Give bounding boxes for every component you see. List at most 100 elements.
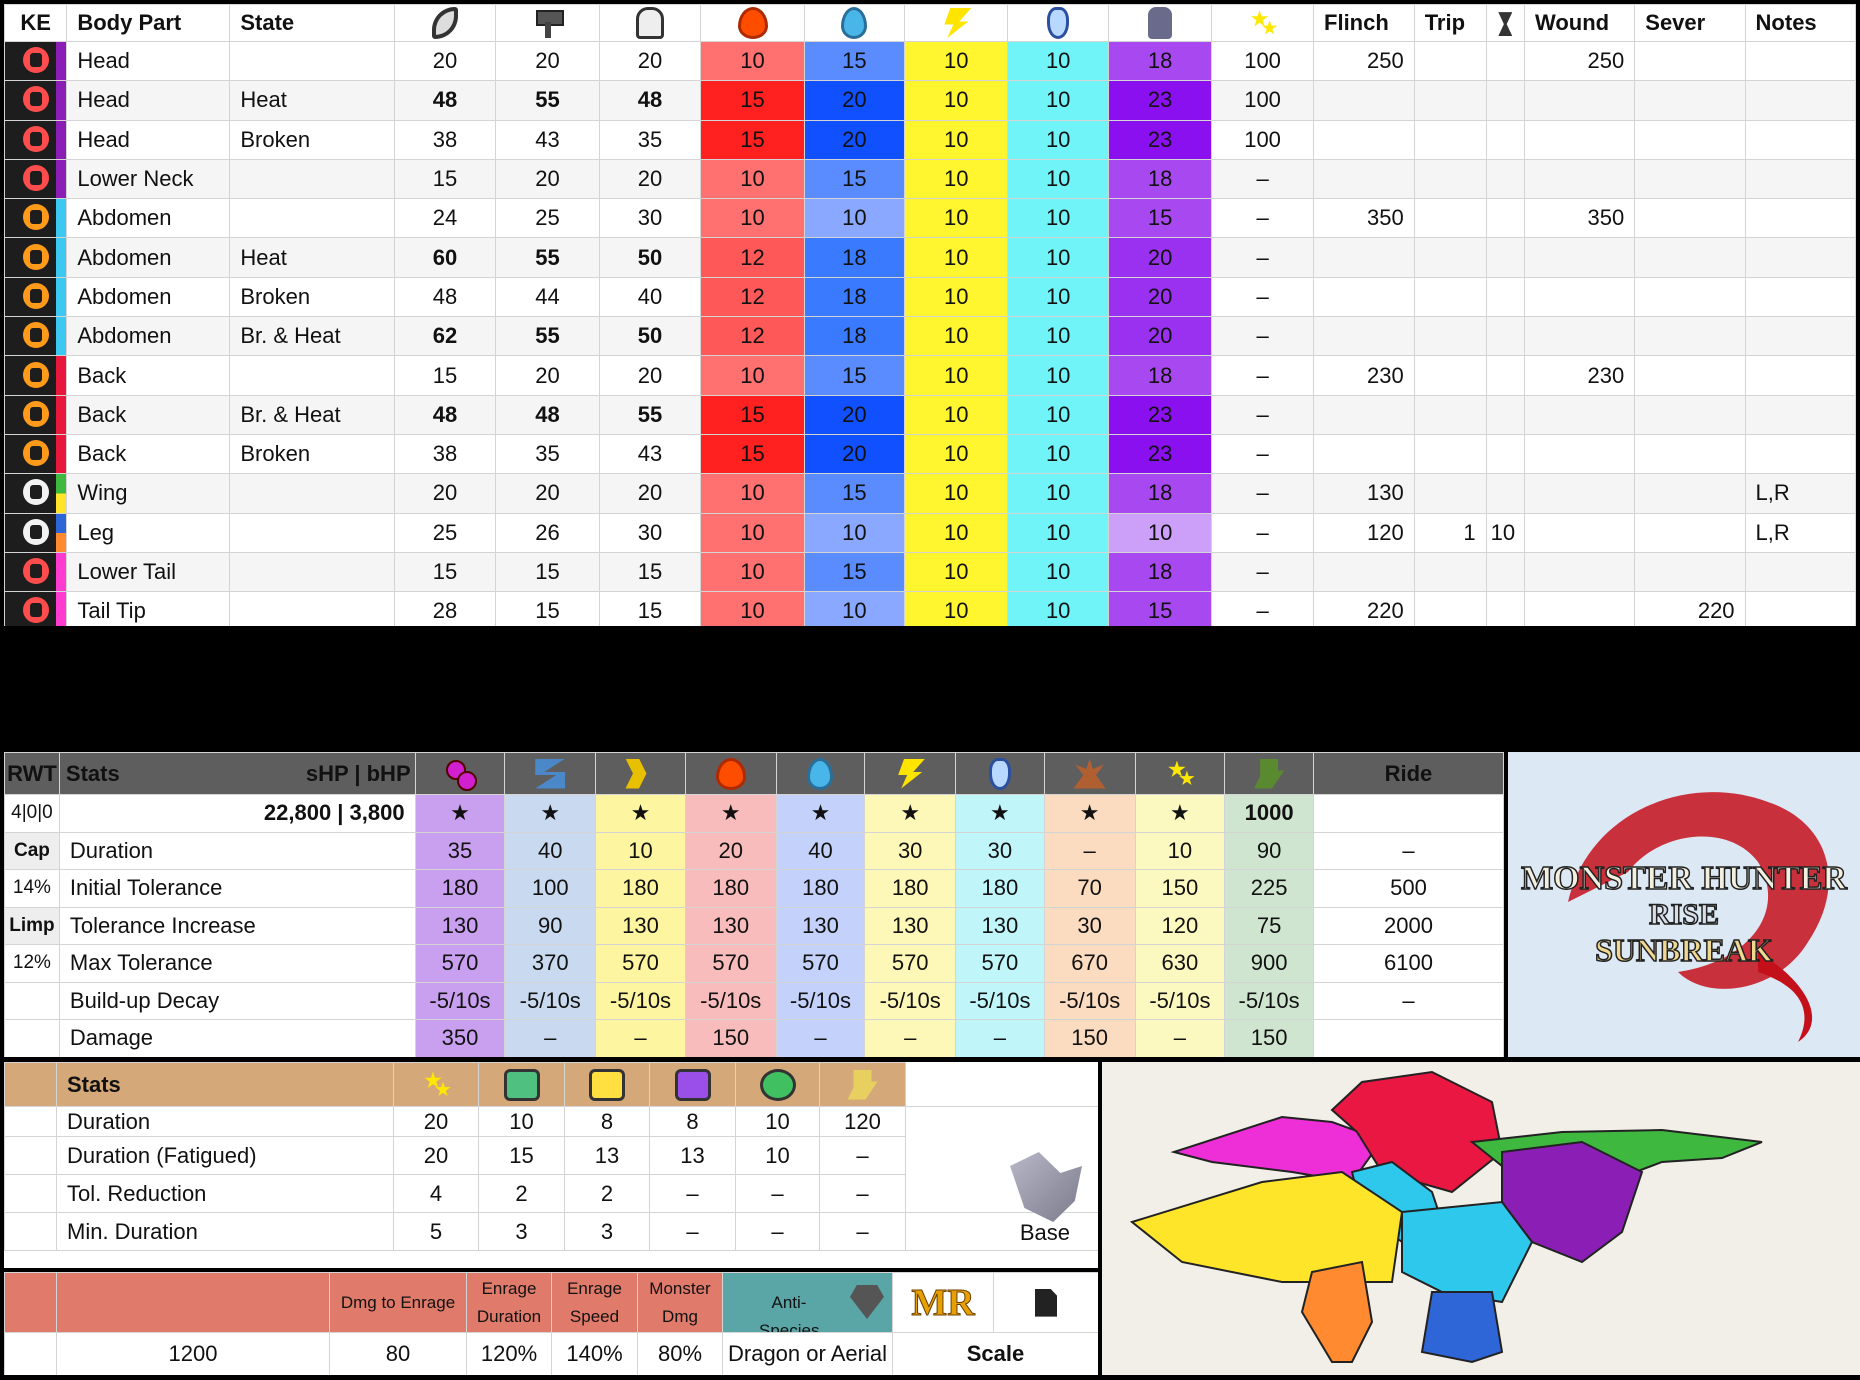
wound-value: 230 — [1523, 355, 1636, 396]
status-value: – — [1134, 1019, 1226, 1057]
notes-value — [1744, 198, 1856, 239]
body-part-cell: Head — [66, 119, 231, 160]
body-part-cell: Abdomen — [66, 316, 231, 357]
scale-label: Scale — [892, 1332, 1098, 1375]
state-cell — [229, 355, 395, 396]
thunder-value: 10 — [904, 80, 1009, 121]
status-value: -5/10s — [504, 981, 597, 1020]
notes-value — [1744, 158, 1856, 200]
part-color-bar — [56, 121, 66, 159]
flinch-value — [1313, 551, 1415, 593]
trap-label: Min. Duration — [56, 1212, 394, 1251]
status-label: Build-up Decay — [58, 981, 416, 1020]
ice-value: 10 — [1007, 276, 1110, 318]
stun-value: 100 — [1211, 119, 1315, 160]
shot-value: 20 — [598, 40, 702, 82]
dragon-value: 18 — [1108, 551, 1213, 593]
impact-icon — [533, 8, 564, 38]
notes-value — [1744, 316, 1856, 357]
kinsect-extract-icon — [22, 282, 49, 309]
dragon-value: 18 — [1108, 158, 1213, 200]
gem-icon — [850, 1285, 884, 1319]
cut-value: 15 — [393, 551, 497, 593]
trip-value — [1413, 198, 1487, 239]
ice-value: 10 — [1007, 551, 1110, 593]
body-part-cell: Abdomen — [66, 276, 231, 318]
status-value: 30 — [1043, 906, 1136, 945]
status-value: -5/10s — [414, 981, 506, 1020]
enrage-speed-value: 120% — [466, 1332, 552, 1375]
fire-value: 12 — [700, 276, 805, 318]
status-value: 180 — [684, 869, 777, 908]
water-value: 18 — [803, 316, 906, 357]
status-row: Damage 350– –150– – –150–150 — [4, 1019, 1504, 1057]
water-value: 20 — [803, 394, 906, 435]
thunder-value: 10 — [904, 591, 1009, 626]
status-row: Build-up Decay -5/10s -5/10s -5/10s -5/10s -5… — [4, 981, 1504, 1020]
trap-value: 8 — [564, 1106, 650, 1137]
thunder-value: 10 — [904, 276, 1009, 318]
flinch-value — [1313, 316, 1415, 357]
kinsect-extract-icon — [22, 125, 49, 152]
hitzone-row: Leg 25 26 30 10 10 10 10 10–120 1 10 L,R — [4, 512, 1856, 553]
stun-value: – — [1211, 198, 1315, 239]
ice-value: 10 — [1007, 355, 1110, 396]
cut-value: 15 — [393, 158, 497, 200]
body-part-cell: Back — [66, 355, 231, 396]
trap-value: 13 — [649, 1136, 736, 1175]
ice-blight-icon — [988, 757, 1011, 790]
wound-value — [1523, 316, 1636, 357]
kinsect-extract-icon — [22, 165, 49, 192]
dragon-value: 15 — [1108, 591, 1213, 626]
timer-value — [1485, 473, 1525, 514]
notes-value — [1744, 276, 1856, 318]
status-value: – — [595, 1019, 686, 1057]
impact-value: 25 — [495, 198, 600, 239]
trap-value: – — [649, 1174, 736, 1213]
status-value: ★ — [684, 794, 777, 833]
sever-value — [1634, 237, 1746, 278]
trap-row: Min. Duration 5 3 3– – – Base — [4, 1212, 1098, 1251]
fire-blight-icon — [715, 757, 746, 790]
wound-value: 350 — [1523, 198, 1636, 239]
trap-value: 10 — [735, 1106, 820, 1137]
state-cell: Heat — [229, 237, 395, 278]
dragon-value: 23 — [1108, 119, 1213, 160]
player-dmg-value: 80% — [637, 1332, 723, 1375]
status-value: ★ — [1043, 794, 1136, 833]
timer-value — [1485, 119, 1525, 160]
state-cell — [229, 473, 395, 514]
sever-value — [1634, 276, 1746, 318]
cut-value: 20 — [393, 40, 497, 82]
status-value: 100 — [504, 869, 597, 908]
cut-value: 48 — [393, 276, 497, 318]
ice-value: 10 — [1007, 158, 1110, 200]
kinsect-extract-icon — [22, 440, 49, 467]
trap-value: – — [649, 1212, 736, 1251]
status-row: 4|0|0 22,800 | 3,800 ★ ★ ★ ★ ★ ★ ★ ★ ★ 1000 — [4, 794, 1504, 833]
timer-value — [1485, 198, 1525, 239]
sever-value — [1634, 512, 1746, 553]
cut-value: 15 — [393, 355, 497, 396]
stun-value: – — [1211, 158, 1315, 200]
body-part-cell: Abdomen — [66, 198, 231, 239]
document-icon[interactable] — [1035, 1288, 1057, 1317]
exhaust-icon — [1254, 758, 1285, 789]
status-value: 630 — [1134, 944, 1226, 983]
state-cell — [229, 591, 395, 626]
sleep-icon — [535, 758, 566, 789]
sever-value — [1634, 394, 1746, 435]
kinsect-extract-icon — [22, 86, 49, 113]
trap-row: Tol. Reduction 4 2 2– – – — [4, 1174, 1098, 1213]
timer-value — [1485, 355, 1525, 396]
water-value: 20 — [803, 119, 906, 160]
sever-value — [1634, 80, 1746, 121]
hitzone-row: Head 20 20 20 10 15 10 10 18 100 250 250 — [4, 40, 1856, 82]
part-color-bar — [56, 238, 66, 277]
status-value: 70 — [1043, 869, 1136, 908]
ice-value: 10 — [1007, 80, 1110, 121]
status-value: 570 — [775, 944, 866, 983]
impact-value: 26 — [495, 512, 600, 553]
status-value: 570 — [595, 944, 686, 983]
water-blight-icon — [807, 757, 834, 790]
